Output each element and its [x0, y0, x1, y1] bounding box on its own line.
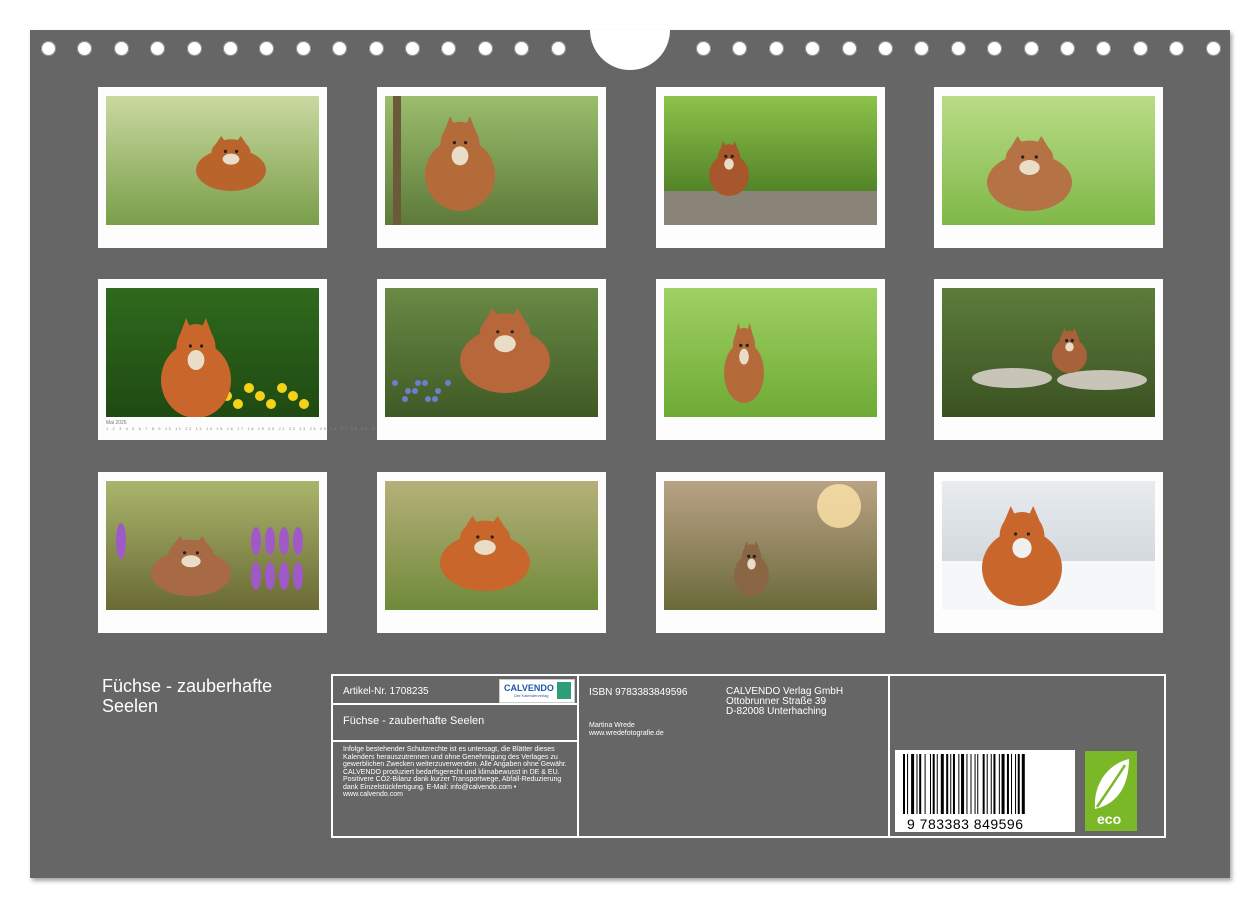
calendar-strip: Mai 2025 1 2 3 4 5 6 7 8 9 10 11 12 13 14…: [106, 420, 388, 434]
barcode-bar: [1017, 754, 1020, 814]
barcode-bar: [1011, 754, 1012, 814]
isbn: ISBN 9783383849596: [589, 687, 688, 698]
logo-mark-icon: [557, 682, 571, 699]
photo-frame-fox-dandelions: Mai 2025 1 2 3 4 5 6 7 8 9 10 11 12 13 14…: [98, 279, 388, 440]
barcode-bar: [950, 754, 952, 814]
barcode-bar: [916, 754, 918, 814]
photo-image: [106, 96, 319, 225]
photo-frame-fox-on-path: [656, 87, 885, 248]
book-title: Füchse - zauberhafte Seelen: [343, 715, 485, 727]
barcode-bar: [966, 754, 968, 814]
photo-image: [385, 288, 598, 417]
photo-image: [385, 481, 598, 610]
photo-image: [942, 96, 1155, 225]
photo: [385, 96, 598, 225]
barcode-bar: [952, 754, 955, 814]
barcode-bar: [930, 754, 931, 814]
photo-image: [942, 481, 1155, 610]
photo: [942, 288, 1155, 417]
barcode-bar: [998, 754, 1000, 814]
divider: [577, 676, 579, 836]
eco-badge: eco: [1085, 751, 1137, 831]
divider: [333, 740, 579, 742]
author: Martina Wrede: [589, 722, 635, 729]
barcode-bar: [1021, 754, 1025, 814]
publisher-line: D-82008 Unterhaching: [726, 706, 827, 717]
photo-frame-fox-standing-meadow: [98, 87, 327, 248]
barcode: 9 783383 849596: [895, 750, 1075, 832]
title-line-2: Seelen: [102, 696, 159, 716]
photo-frame-fox-behind-stones: [934, 279, 1163, 440]
photo-image: [106, 481, 319, 610]
barcode-bar: [936, 754, 938, 814]
calvendo-logo: CALVENDO Der Kalenderverlag: [499, 679, 575, 703]
photo-frame-fox-kit-sitting: [656, 279, 885, 440]
barcode-bar: [1006, 754, 1009, 814]
barcode-bar: [907, 754, 909, 814]
title-line-1: Füchse - zauberhafte: [102, 676, 273, 696]
legal-text: Infolge bestehender Schutzrechte ist es …: [343, 746, 567, 798]
photo: [664, 96, 877, 225]
barcode-bar: [977, 754, 979, 814]
barcode-bar: [932, 754, 935, 814]
barcode-bar: [993, 754, 996, 814]
barcode-bar: [958, 754, 960, 814]
calendar-title: Füchse - zauberhafte Seelen: [102, 676, 322, 716]
barcode-digits: 9 783383 849596: [907, 816, 1024, 832]
publisher-address: CALVENDO Verlag GmbH Ottobrunner Straße …: [726, 687, 843, 717]
barcode-bar: [924, 754, 926, 814]
photo-image: [106, 288, 319, 417]
barcode-bar: [911, 754, 915, 814]
photo-frame-fox-snow: [934, 472, 1163, 633]
photo-frame-fox-purple-flowers: [98, 472, 327, 633]
barcode-bar: [946, 754, 949, 814]
info-box: Artikel-Nr. 1708235 CALVENDO Der Kalende…: [331, 674, 1166, 838]
divider: [888, 676, 890, 836]
barcode-bar: [919, 754, 922, 814]
divider: [333, 703, 579, 705]
barcode-bar: [1001, 754, 1005, 814]
eco-label: eco: [1097, 811, 1122, 827]
photo: [106, 288, 319, 417]
barcode-bar: [970, 754, 972, 814]
photo: [106, 481, 319, 610]
photo-image: [942, 288, 1155, 417]
photo-frame-fox-kit-grass: [934, 87, 1163, 248]
photo-image: [664, 288, 877, 417]
photo-frame-fox-kit-flowers: [377, 279, 606, 440]
photo: [942, 96, 1155, 225]
photo-image: [664, 481, 877, 610]
calendar-days: 1 2 3 4 5 6 7 8 9 10 11 12 13 14 15 16 1…: [106, 426, 390, 431]
barcode-bar: [940, 754, 944, 814]
logo-subtext: Der Kalenderverlag: [514, 693, 549, 698]
photo: [942, 481, 1155, 610]
photo: [664, 288, 877, 417]
barcode-bar: [982, 754, 985, 814]
barcode-bar: [986, 754, 988, 814]
barcode-bar: [1015, 754, 1017, 814]
logo-text: CALVENDO: [504, 683, 554, 693]
photo-frame-fox-kit-forest: [377, 87, 606, 248]
article-number: Artikel-Nr. 1708235: [343, 686, 429, 697]
barcode-bar: [974, 754, 976, 814]
photo: [664, 481, 877, 610]
author-url: www.wredefotografie.de: [589, 730, 664, 737]
photo: [106, 96, 319, 225]
barcode-bar: [961, 754, 965, 814]
barcode-bar: [903, 754, 905, 814]
photo: [385, 288, 598, 417]
photo-frame-fox-kit-sunset: [656, 472, 885, 633]
barcode-bar: [990, 754, 992, 814]
photo-image: [664, 96, 877, 225]
photo-image: [385, 96, 598, 225]
photo: [385, 481, 598, 610]
photo-frame-fox-lying-meadow: [377, 472, 606, 633]
